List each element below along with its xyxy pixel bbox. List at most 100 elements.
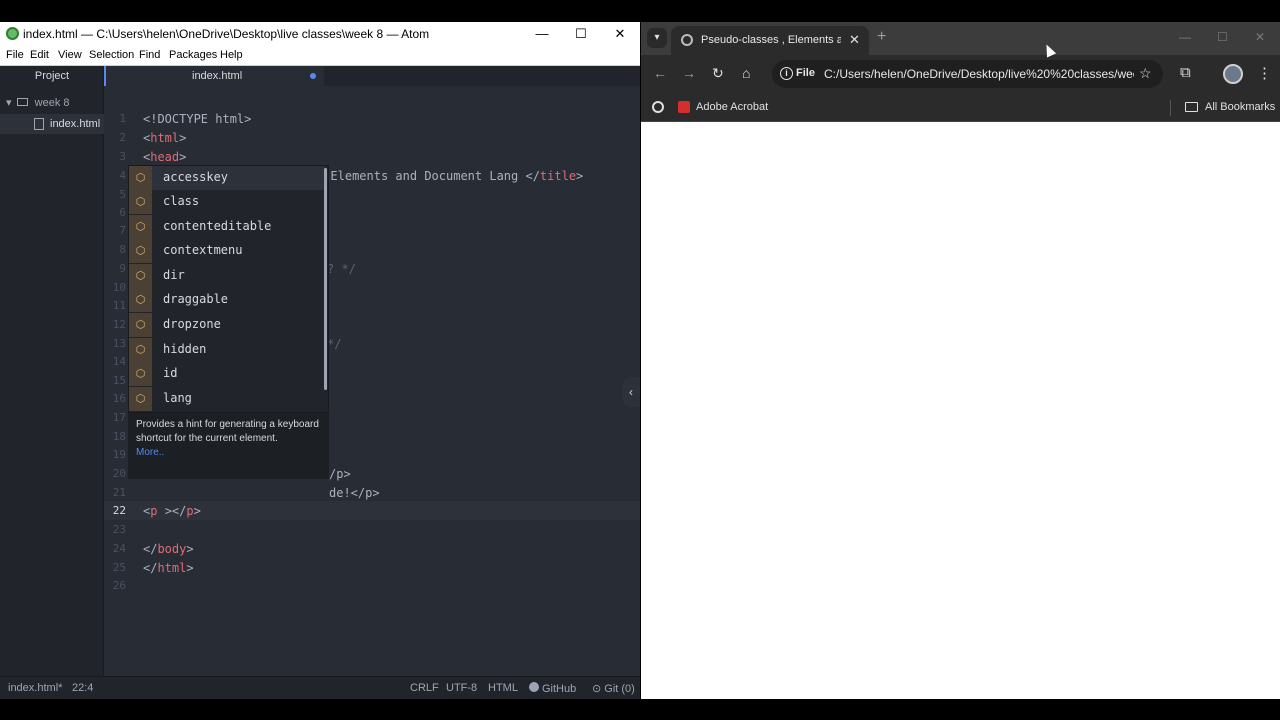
line-number: 7 — [119, 224, 126, 237]
menu-find[interactable]: Find — [139, 49, 160, 61]
bookmarks-bar: Adobe Acrobat All Bookmarks — [641, 93, 1280, 122]
github-icon — [529, 682, 539, 692]
tab-search-button[interactable]: ▾ — [647, 28, 667, 48]
browser-minimize-button[interactable]: — — [1179, 30, 1191, 44]
line-number: 1 — [119, 112, 126, 125]
menu-edit[interactable]: Edit — [30, 49, 49, 61]
page-viewport[interactable] — [641, 122, 1280, 699]
autocomplete-item[interactable]: ⬡ dropzone — [129, 313, 325, 337]
line-number: 5 — [119, 188, 126, 201]
atom-minimize-button[interactable]: — — [523, 22, 561, 46]
autocomplete-item[interactable]: ⬡ draggable — [129, 288, 325, 312]
more-menu-icon[interactable]: ⋮ — [1257, 64, 1272, 82]
chevron-left-icon[interactable]: ‹ — [622, 377, 640, 407]
code-fragment-line-9: ? */ — [327, 262, 356, 276]
menu-file[interactable]: File — [6, 49, 24, 61]
address-url-text[interactable]: C:/Users/helen/OneDrive/Desktop/live%20%… — [824, 67, 1134, 81]
tree-file-index-html[interactable]: index.html — [0, 114, 104, 134]
status-git[interactable]: ⊙ Git (0) — [592, 682, 635, 695]
tree-folder-week-8[interactable]: ▾ week 8 — [6, 96, 70, 114]
autocomplete-item[interactable]: ⬡ contextmenu — [129, 239, 325, 263]
site-info-icon[interactable]: i — [780, 67, 793, 80]
menu-packages[interactable]: Packages — [169, 49, 217, 61]
home-icon[interactable]: ⌂ — [742, 65, 750, 81]
atom-logo-icon — [6, 27, 19, 40]
tag-icon: ⬡ — [129, 313, 152, 337]
status-bar: index.html* 22:4 CRLF UTF-8 HTML GitHub … — [0, 676, 640, 699]
tag-icon: ⬡ — [129, 264, 152, 288]
new-tab-button[interactable]: + — [877, 28, 886, 46]
line-number: 26 — [112, 579, 126, 592]
extensions-icon[interactable]: ⧉ — [1180, 64, 1191, 81]
atom-titlebar: index.html — C:\Users\helen\OneDrive\Des… — [0, 22, 640, 46]
browser-toolbar: ← → ↻ ⌂ i File C:/Users/helen/OneDrive/D… — [641, 55, 1280, 93]
status-cursor-position[interactable]: 22:4 — [72, 682, 93, 694]
line-number: 13 — [112, 337, 126, 350]
tree-file-label: index.html — [50, 118, 101, 130]
status-file-name[interactable]: index.html* — [8, 682, 62, 694]
autocomplete-item[interactable]: ⬡ id — [129, 362, 325, 386]
browser-tab[interactable]: Pseudo-classes , Elements and Document L… — [671, 26, 869, 55]
address-scheme-label: File — [796, 67, 815, 79]
menu-help[interactable]: Help — [220, 49, 243, 61]
file-icon — [34, 118, 44, 130]
autocomplete-item[interactable]: ⬡ dir — [129, 264, 325, 288]
status-grammar[interactable]: HTML — [488, 682, 518, 694]
bookmark-star-icon[interactable]: ☆ — [1139, 65, 1152, 82]
tag-icon: ⬡ — [129, 215, 152, 239]
menu-selection[interactable]: Selection — [89, 49, 134, 61]
line-number: 23 — [112, 523, 126, 536]
autocomplete-item[interactable]: ⬡ hidden — [129, 338, 325, 362]
code-fragment-line-13: */ — [327, 337, 342, 351]
autocomplete-more-link[interactable]: More.. — [136, 446, 321, 460]
browser-maximize-button[interactable]: ☐ — [1217, 30, 1228, 44]
status-encoding[interactable]: UTF-8 — [446, 682, 477, 694]
line-number: 11 — [112, 299, 126, 312]
project-tree-panel: Project ▾ week 8 index.html — [0, 66, 104, 699]
autocomplete-scrollbar[interactable] — [324, 168, 327, 390]
line-number: 6 — [119, 206, 126, 219]
autocomplete-item[interactable]: ⬡ lang — [129, 387, 325, 411]
browser-window: ▾ Pseudo-classes , Elements and Document… — [641, 22, 1280, 699]
code-line-24: </body> — [143, 542, 194, 556]
adobe-acrobat-icon — [678, 101, 690, 113]
autocomplete-item[interactable]: ⬡ accesskey — [129, 166, 325, 190]
atom-maximize-button[interactable]: ☐ — [562, 22, 600, 46]
tag-icon: ⬡ — [129, 288, 152, 312]
tag-icon: ⬡ — [129, 387, 152, 411]
modified-indicator-icon[interactable] — [310, 73, 316, 79]
line-number: 15 — [112, 374, 126, 387]
tag-icon: ⬡ — [129, 362, 152, 386]
status-line-ending[interactable]: CRLF — [410, 682, 439, 694]
menu-view[interactable]: View — [58, 49, 82, 61]
back-arrow-icon[interactable]: ← — [653, 65, 667, 81]
code-line-1: <!DOCTYPE html> — [143, 112, 252, 126]
browser-close-button[interactable]: ✕ — [1255, 30, 1265, 44]
address-bar[interactable]: i File C:/Users/helen/OneDrive/Desktop/l… — [772, 60, 1163, 88]
atom-close-button[interactable]: ✕ — [601, 22, 639, 46]
line-number: 8 — [119, 243, 126, 256]
code-line-3: <head> — [143, 150, 187, 164]
line-number: 21 — [112, 486, 126, 499]
autocomplete-item[interactable]: ⬡ contenteditable — [129, 215, 325, 239]
globe-icon[interactable] — [652, 101, 664, 113]
autocomplete-item[interactable]: ⬡ class — [129, 190, 325, 214]
all-bookmarks-button[interactable]: All Bookmarks — [1205, 101, 1275, 113]
tag-icon: ⬡ — [129, 166, 152, 190]
autocomplete-description: Provides a hint for generating a keyboar… — [128, 413, 329, 479]
forward-arrow-icon[interactable]: → — [682, 65, 696, 81]
bookmark-adobe-acrobat[interactable]: Adobe Acrobat — [696, 101, 768, 113]
status-github[interactable]: GitHub — [529, 682, 576, 695]
tag-icon: ⬡ — [129, 190, 152, 214]
close-tab-icon[interactable]: ✕ — [849, 32, 860, 48]
folder-icon — [1185, 102, 1198, 112]
code-fragment-line-21: de!</p> — [329, 486, 380, 500]
git-icon: ⊙ — [592, 683, 602, 695]
line-number: 3 — [119, 150, 126, 163]
autocomplete-list: ⬡ accesskey ⬡ class ⬡ contenteditable ⬡ cont… — [128, 165, 329, 413]
profile-avatar[interactable] — [1223, 64, 1243, 84]
project-tree-header[interactable]: Project — [0, 66, 104, 86]
reload-icon[interactable]: ↻ — [712, 65, 724, 82]
globe-icon — [681, 34, 693, 46]
tab-index-html[interactable]: index.html — [104, 66, 324, 86]
